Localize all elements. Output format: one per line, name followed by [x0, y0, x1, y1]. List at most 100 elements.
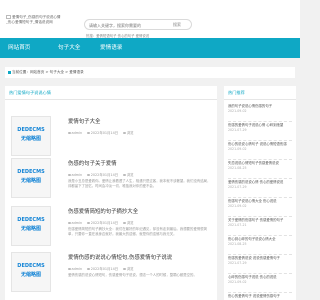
sidebar-item-title[interactable]: 伤心的说说心情句子 说说心情短语伤感	[228, 142, 294, 147]
search-button[interactable]: 搜索	[166, 20, 188, 29]
article-thumbnail[interactable]: DEDECMS 无缩略图	[11, 116, 51, 156]
article-title[interactable]: 伤感的句子关于爱情	[68, 159, 117, 167]
section-divider	[5, 99, 217, 100]
user-icon	[68, 267, 71, 271]
sidebar-item-date: 2021-07-21	[228, 222, 247, 227]
clock-icon	[87, 173, 90, 177]
article-thumbnail[interactable]: DEDECMS 无缩略图	[11, 252, 51, 292]
nav-item-love-quotes[interactable]: 爱情语录	[100, 38, 122, 58]
list-divider	[228, 197, 292, 198]
sidebar-item-date: 2021-09-02	[228, 279, 247, 284]
section-title: 热门爱情句子说说心情	[9, 90, 51, 95]
article-date: 2022年01月14日	[90, 267, 119, 271]
clock-icon	[87, 267, 90, 271]
sidebar-item-date: 2021-08-25	[228, 241, 247, 246]
article-item: DEDECMS 无缩略图 爱情伤感的说说心情短句,伤感爱情句子说说 admin …	[5, 246, 217, 298]
sidebar-item-date: 2021-09-02	[228, 146, 247, 151]
article-item: DEDECMS 无缩略图 伤感爱情简短的句子摘抄大全 admin 2022年01…	[5, 200, 217, 252]
article-excerpt: 伤感爱情简短的句子摘抄大全：我们在最好的年纪遇见，却没有走到最后。我想要的爱情很…	[68, 227, 208, 237]
thumbnail-brand: DEDECMS	[17, 217, 45, 223]
sidebar-list-item[interactable]: 伤心的说说心情句子 说说心情短语伤感 2021-09-02	[228, 142, 294, 151]
list-divider	[228, 254, 292, 255]
eye-icon	[123, 173, 126, 177]
article-excerpt: 爱情伤感的说说心情短句，伤感爱情句子说说。想念一个人的时候，整颗心都是空的。	[68, 273, 197, 277]
sidebar-list-item[interactable]: 伤感的爱情说说 说说伤感爱情句子 2021-07-29	[228, 256, 294, 265]
sidebar-panel: 热门推荐 我的句子说说心情伤感的句子 2021-09-02 伤感的爱情句子说说心…	[224, 86, 296, 300]
clock-icon	[87, 221, 90, 225]
list-divider	[228, 216, 292, 217]
article-date: 2022年01月14日	[90, 131, 119, 135]
eye-icon	[123, 221, 126, 225]
list-divider	[228, 121, 292, 122]
thumbnail-placeholder-text: 无缩略图	[20, 136, 41, 142]
breadcrumb: 当前位置：网站首页 > 句子大全 > 爱情语录	[5, 67, 295, 78]
thumbnail-placeholder-text: 无缩略图	[20, 226, 41, 232]
article-views: 浏览	[126, 221, 134, 225]
thumbnail-brand: DEDECMS	[17, 127, 45, 133]
clock-icon	[87, 131, 90, 135]
article-date: 2022年01月14日	[90, 173, 119, 177]
sidebar-list-item[interactable]: 我的句子说说心情伤感的句子 2021-09-02	[228, 104, 294, 113]
user-icon	[68, 173, 71, 177]
sidebar-list-item[interactable]: 心碎的伤感句子说说 伤心的说说 2021-09-02	[228, 275, 294, 284]
sidebar-list-item[interactable]: 爱情伤感的说说心情 伤心的爱情说说 2021-07-29	[228, 180, 294, 189]
article-author: admin	[71, 267, 83, 271]
user-icon	[68, 131, 71, 135]
breadcrumb-text[interactable]: 当前位置：网站首页 > 句子大全 > 爱情语录	[12, 70, 84, 74]
article-meta: admin 2022年01月14日 浏览	[68, 266, 138, 271]
article-views: 浏览	[126, 131, 134, 135]
sidebar-list-item[interactable]: 伤感句子说说心情大全 伤心说说 2021-09-02	[228, 199, 294, 208]
article-author: admin	[71, 131, 83, 135]
list-divider	[228, 159, 292, 160]
sidebar-item-date: 2021-07-29	[228, 260, 247, 265]
list-divider	[228, 235, 292, 236]
article-date: 2022年01月14日	[90, 221, 119, 225]
article-meta: admin 2022年01月14日 浏览	[68, 172, 138, 177]
home-icon	[8, 70, 11, 74]
article-thumbnail[interactable]: DEDECMS 无缩略图	[11, 158, 51, 198]
article-title[interactable]: 伤感爱情简短的句子摘抄大全	[68, 207, 138, 215]
list-divider	[228, 178, 292, 179]
nav-item-sentences[interactable]: 句子大全	[58, 38, 80, 58]
logo-text: 爱情句子_伤感的句子说说心情_伤心爱情短句子_情话说说网	[6, 15, 61, 24]
list-divider	[228, 273, 292, 274]
sidebar-list-item[interactable]: 关于爱情的伤感句子 伤感爱情的句子 2021-07-21	[228, 218, 294, 227]
user-icon	[68, 221, 71, 225]
list-divider	[228, 140, 292, 141]
site-logo[interactable]: 爱情句子_伤感的句子说说心情_伤心爱情短句子_情话说说网	[6, 15, 62, 35]
article-thumbnail[interactable]: DEDECMS 无缩略图	[11, 206, 51, 246]
sidebar-title: 热门推荐	[228, 90, 245, 95]
sidebar-item-date: 2021-07-29	[228, 127, 247, 132]
thumbnail-brand: DEDECMS	[17, 263, 45, 269]
eye-icon	[123, 131, 126, 135]
article-views: 浏览	[126, 267, 134, 271]
site-header: 爱情句子_伤感的句子说说心情_伤心爱情短句子_情话说说网 搜索 热搜：爱情短语句…	[0, 0, 300, 38]
article-title[interactable]: 爱情句子大全	[68, 117, 100, 125]
article-title[interactable]: 爱情伤感的说说心情短句,伤感爱情句子说说	[68, 253, 172, 261]
search-input[interactable]	[89, 21, 169, 29]
article-author: admin	[71, 173, 83, 177]
article-views: 浏览	[126, 173, 134, 177]
sidebar-item-date: 2021-09-02	[228, 108, 247, 113]
article-excerpt: 我是小丑总是爱着你。爱情让我看透了人生，相遇只是过客，我本就不该奢望。我们没有结…	[68, 179, 211, 189]
thumbnail-placeholder-text: 无缩略图	[20, 272, 41, 278]
logo-image-icon	[6, 15, 11, 19]
nav-item-home[interactable]: 网站首页	[8, 38, 30, 58]
sidebar-list-item[interactable]: 伤感的爱情句子说说心情 心碎到绝望 2021-07-29	[228, 123, 294, 132]
article-meta: admin 2022年01月14日 浏览	[68, 130, 138, 135]
thumbnail-brand: DEDECMS	[17, 169, 45, 175]
article-meta: admin 2022年01月14日 浏览	[68, 220, 138, 225]
article-item: DEDECMS 无缩略图 伤感的句子关于爱情 admin 2022年01月14日…	[5, 152, 217, 204]
sidebar-list-item[interactable]: 伤心到心碎的句子说说心情大全 2021-08-25	[228, 237, 294, 246]
sidebar-divider	[224, 99, 296, 100]
sidebar-list-item[interactable]: 失恋说说心情短句子伤感爱情说说 2021-08-25	[228, 161, 294, 170]
list-divider	[228, 292, 292, 293]
thumbnail-placeholder-text: 无缩略图	[20, 178, 41, 184]
eye-icon	[123, 267, 126, 271]
sidebar-item-title[interactable]: 伤心的爱情句子 说说爱情伤感句子	[228, 294, 294, 299]
sidebar-item-date: 2021-08-25	[228, 165, 247, 170]
main-nav: 网站首页 句子大全 爱情语录	[0, 38, 300, 58]
sidebar-item-date: 2021-09-02	[228, 203, 247, 208]
sidebar-list-item[interactable]: 伤心的爱情句子 说说爱情伤感句子	[228, 294, 294, 299]
article-author: admin	[71, 221, 83, 225]
